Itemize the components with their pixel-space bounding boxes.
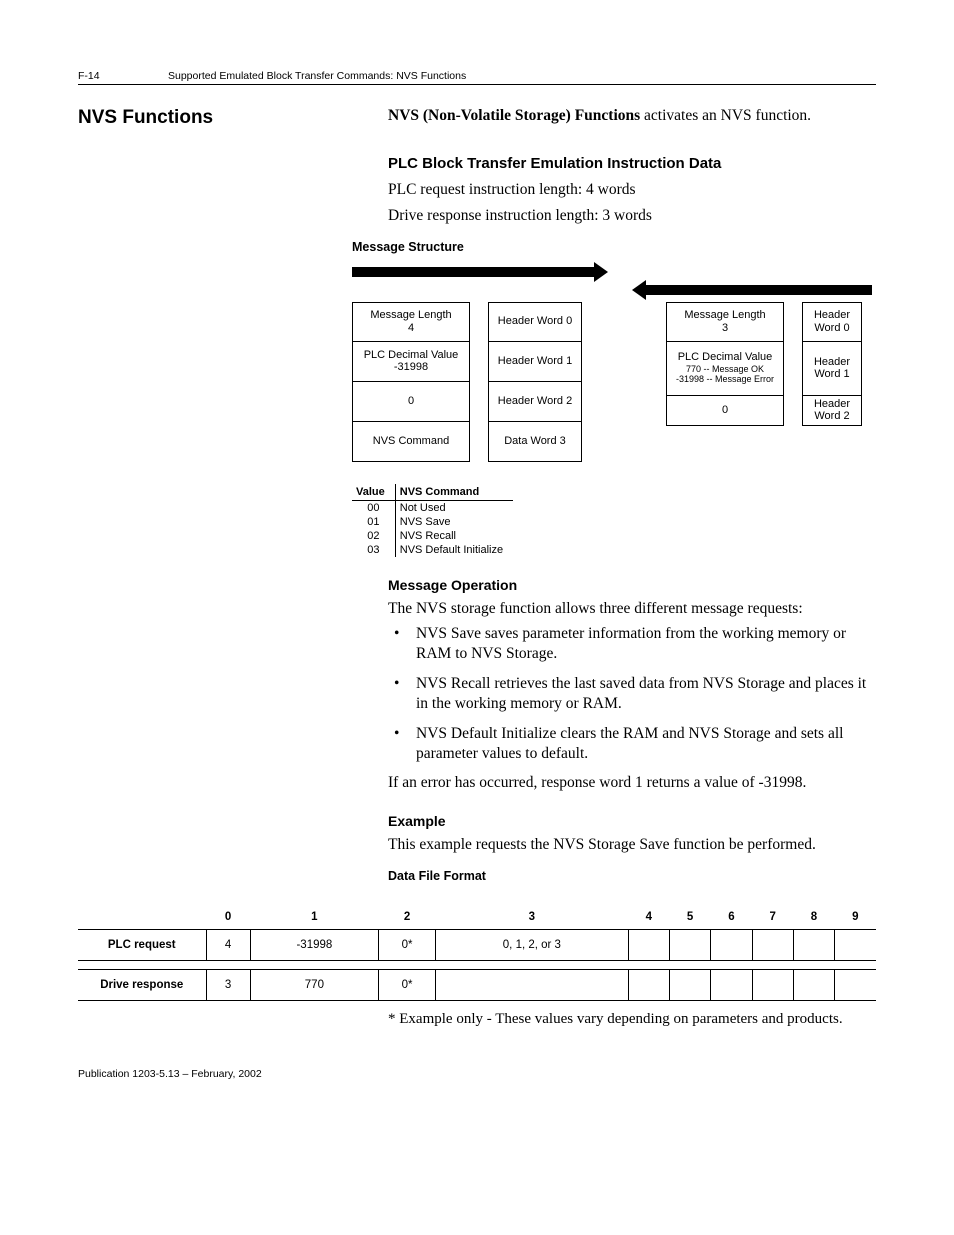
diag-box: Message Length 4 bbox=[352, 302, 470, 342]
plc-line1: PLC request instruction length: 4 words bbox=[388, 180, 876, 200]
diag-box: Message Length 3 bbox=[666, 302, 784, 342]
plc-line2: Drive response instruction length: 3 wor… bbox=[388, 206, 876, 226]
message-operation-intro: The NVS storage function allows three di… bbox=[388, 599, 876, 619]
plc-heading: PLC Block Transfer Emulation Instruction… bbox=[388, 155, 876, 172]
arrow-right-icon bbox=[352, 266, 608, 278]
diag-label: Header Word 2 bbox=[802, 396, 862, 426]
message-structure-diagram: Message Length 4 PLC Decimal Value -3199… bbox=[352, 262, 876, 462]
table-footnote: * Example only - These values vary depen… bbox=[78, 1011, 876, 1028]
drive-response-labels: Header Word 0 Header Word 1 Header Word … bbox=[802, 302, 862, 426]
message-operation-heading: Message Operation bbox=[388, 577, 876, 593]
table-header: NVS Command bbox=[395, 484, 513, 501]
table-header-row: 0 1 2 3 4 5 6 7 8 9 bbox=[78, 905, 876, 930]
intro-bold: NVS (Non-Volatile Storage) Functions bbox=[388, 107, 640, 124]
diag-label: Header Word 0 bbox=[488, 302, 582, 342]
arrow-left-icon bbox=[632, 284, 872, 296]
table-row: Drive response 3 770 0* bbox=[78, 970, 876, 1001]
table-row: 00Not Used bbox=[352, 500, 513, 515]
nvs-command-table: Value NVS Command 00Not Used 01NVS Save … bbox=[352, 484, 513, 557]
running-header: F-14 Supported Emulated Block Transfer C… bbox=[78, 70, 876, 85]
table-row: 02NVS Recall bbox=[352, 529, 513, 543]
intro-rest: activates an NVS function. bbox=[640, 107, 811, 124]
message-structure-heading: Message Structure bbox=[352, 240, 876, 254]
table-row: PLC request 4 -31998 0* 0, 1, 2, or 3 bbox=[78, 930, 876, 961]
diag-label: Data Word 3 bbox=[488, 422, 582, 462]
table-header: Value bbox=[352, 484, 395, 501]
intro-line: NVS (Non-Volatile Storage) Functions act… bbox=[388, 107, 876, 125]
drive-response-stack: Message Length 3 PLC Decimal Value 770 -… bbox=[666, 302, 784, 426]
example-heading: Example bbox=[388, 813, 876, 829]
diag-box: PLC Decimal Value -31998 bbox=[352, 342, 470, 382]
table-row: 03NVS Default Initialize bbox=[352, 543, 513, 557]
diag-label: Header Word 0 bbox=[802, 302, 862, 342]
diag-box: 0 bbox=[666, 396, 784, 426]
diag-box: 0 bbox=[352, 382, 470, 422]
dff-heading: Data File Format bbox=[388, 869, 876, 883]
example-line: This example requests the NVS Storage Sa… bbox=[388, 835, 876, 855]
data-file-format-table: 0 1 2 3 4 5 6 7 8 9 PLC request 4 -31998… bbox=[78, 905, 876, 1001]
diag-label: Header Word 1 bbox=[488, 342, 582, 382]
list-item: NVS Recall retrieves the last saved data… bbox=[416, 674, 876, 714]
diag-box: PLC Decimal Value 770 -- Message OK -319… bbox=[666, 342, 784, 396]
diag-label: Header Word 2 bbox=[488, 382, 582, 422]
diag-label: Header Word 1 bbox=[802, 342, 862, 396]
message-operation-list: NVS Save saves parameter information fro… bbox=[388, 624, 876, 763]
plc-request-stack: Message Length 4 PLC Decimal Value -3199… bbox=[352, 302, 470, 462]
plc-request-labels: Header Word 0 Header Word 1 Header Word … bbox=[488, 302, 582, 462]
table-row: 01NVS Save bbox=[352, 515, 513, 529]
list-item: NVS Save saves parameter information fro… bbox=[416, 624, 876, 664]
section-title: NVS Functions bbox=[78, 107, 388, 129]
diag-box: NVS Command bbox=[352, 422, 470, 462]
page-number: F-14 bbox=[78, 70, 168, 82]
section-header-row: NVS Functions NVS (Non-Volatile Storage)… bbox=[78, 107, 876, 891]
error-line: If an error has occurred, response word … bbox=[388, 773, 876, 793]
page-header-title: Supported Emulated Block Transfer Comman… bbox=[168, 70, 876, 82]
list-item: NVS Default Initialize clears the RAM an… bbox=[416, 724, 876, 764]
publication-footer: Publication 1203-5.13 – February, 2002 bbox=[78, 1068, 876, 1080]
